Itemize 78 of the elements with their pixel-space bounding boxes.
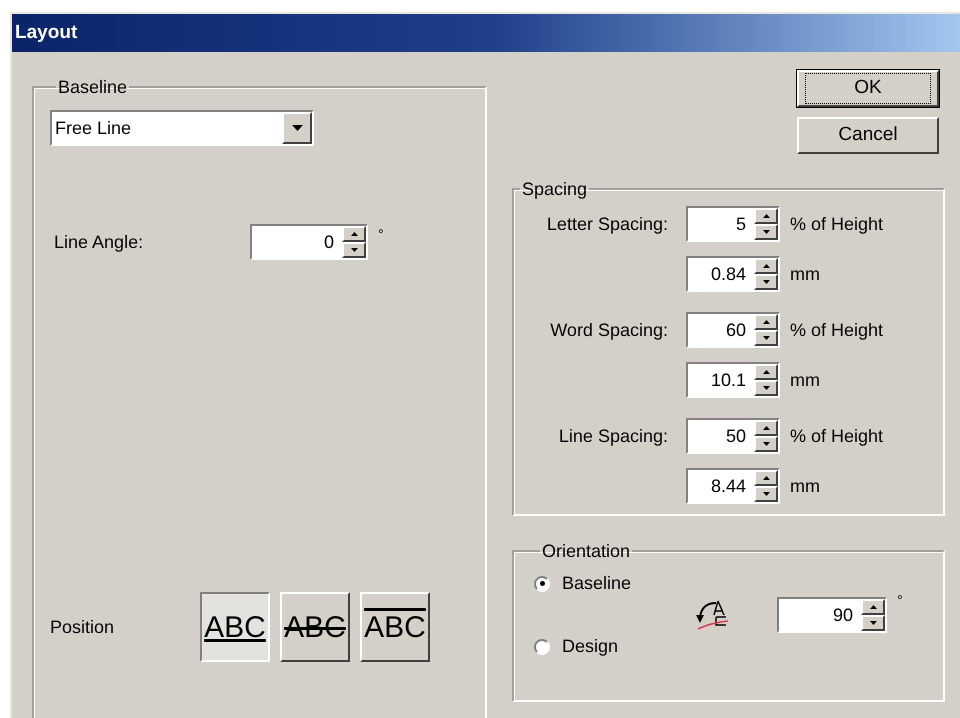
down-arrow-icon (762, 230, 770, 234)
up-arrow-icon (762, 264, 770, 268)
spin-down-button[interactable] (754, 486, 778, 502)
field-value: 0 (322, 230, 335, 254)
caret-icon (292, 125, 302, 131)
group-title: Spacing (521, 180, 588, 198)
field-label: Line Spacing: (558, 424, 669, 448)
dropdown-button[interactable] (282, 112, 312, 144)
unit-label: mm (790, 474, 820, 498)
radio-option[interactable]: Design (534, 633, 694, 660)
up-arrow-icon (762, 476, 770, 480)
window-title: Layout (15, 20, 78, 45)
spin-field[interactable]: 8.44 (686, 468, 780, 504)
spin-up-button[interactable] (754, 258, 778, 274)
spin-down-button[interactable] (754, 380, 778, 396)
down-arrow-icon (870, 621, 876, 625)
unit-label: mm (790, 262, 820, 286)
field-value: 10.1 (710, 368, 747, 392)
position-button[interactable]: ABC (360, 592, 430, 662)
field-label: Line Angle: (53, 230, 144, 254)
field-value: 90 (832, 604, 854, 626)
down-arrow-icon (350, 248, 358, 252)
group-title: Orientation (541, 542, 632, 560)
spin-down-button[interactable] (861, 615, 885, 631)
field-value: 0.84 (710, 262, 747, 286)
spin-field[interactable]: 5 (686, 206, 780, 242)
unit-label: ° (378, 225, 384, 244)
down-arrow-icon (762, 336, 770, 340)
spin-up-button[interactable] (754, 208, 778, 224)
up-arrow-icon (350, 232, 358, 236)
up-arrow-icon (762, 320, 770, 324)
position-button[interactable]: ABC (200, 592, 270, 662)
field-label: Word Spacing: (549, 318, 669, 342)
spin-up-button[interactable] (861, 599, 885, 615)
spin-up-button[interactable] (754, 420, 778, 436)
unit-label: % of Height (790, 318, 884, 342)
spin-up-button[interactable] (754, 314, 778, 330)
spin-down-button[interactable] (754, 330, 778, 346)
up-arrow-icon (870, 605, 876, 609)
unit-label: mm (790, 368, 820, 392)
spin-down-button[interactable] (342, 242, 366, 258)
radio-button[interactable] (534, 638, 550, 654)
down-arrow-icon (762, 442, 770, 446)
field-value: 50 (724, 424, 747, 448)
down-arrow-icon (762, 280, 770, 284)
radio-button[interactable] (534, 576, 550, 592)
field-label: Letter Spacing: (546, 212, 669, 236)
spin-down-button[interactable] (754, 274, 778, 290)
dialog-button[interactable]: Cancel (797, 117, 939, 154)
spin-down-button[interactable] (754, 436, 778, 452)
up-arrow-icon (762, 214, 770, 218)
spin-up-button[interactable] (754, 470, 778, 486)
unit-label: % of Height (790, 424, 884, 448)
up-arrow-icon (762, 370, 770, 374)
unit-label: ° (897, 591, 903, 610)
group-title: Baseline (57, 78, 128, 96)
unit-label: % of Height (790, 212, 884, 236)
field-label: Position (50, 616, 116, 638)
up-arrow-icon (762, 426, 770, 430)
spin-field[interactable]: 60 (686, 312, 780, 348)
spin-field[interactable]: 10.1 (686, 362, 780, 398)
field-value: 8.44 (710, 474, 747, 498)
spin-field[interactable]: 0 (250, 224, 368, 260)
position-button[interactable]: ABC (280, 592, 350, 662)
field-value: 5 (734, 212, 747, 236)
spin-up-button[interactable] (342, 226, 366, 242)
dialog-button[interactable]: OK (797, 70, 939, 107)
spin-up-button[interactable] (754, 364, 778, 380)
spin-field[interactable]: 50 (686, 418, 780, 454)
field-value: 60 (724, 318, 747, 342)
spin-field[interactable]: 90 (777, 597, 887, 633)
down-arrow-icon (762, 386, 770, 390)
spin-field[interactable]: 0.84 (686, 256, 780, 292)
spin-down-button[interactable] (754, 224, 778, 240)
down-arrow-icon (762, 492, 770, 496)
radio-option[interactable]: Baseline (534, 570, 694, 597)
dropdown[interactable]: Free Line (50, 110, 314, 146)
dropdown-value: Free Line (54, 116, 132, 140)
